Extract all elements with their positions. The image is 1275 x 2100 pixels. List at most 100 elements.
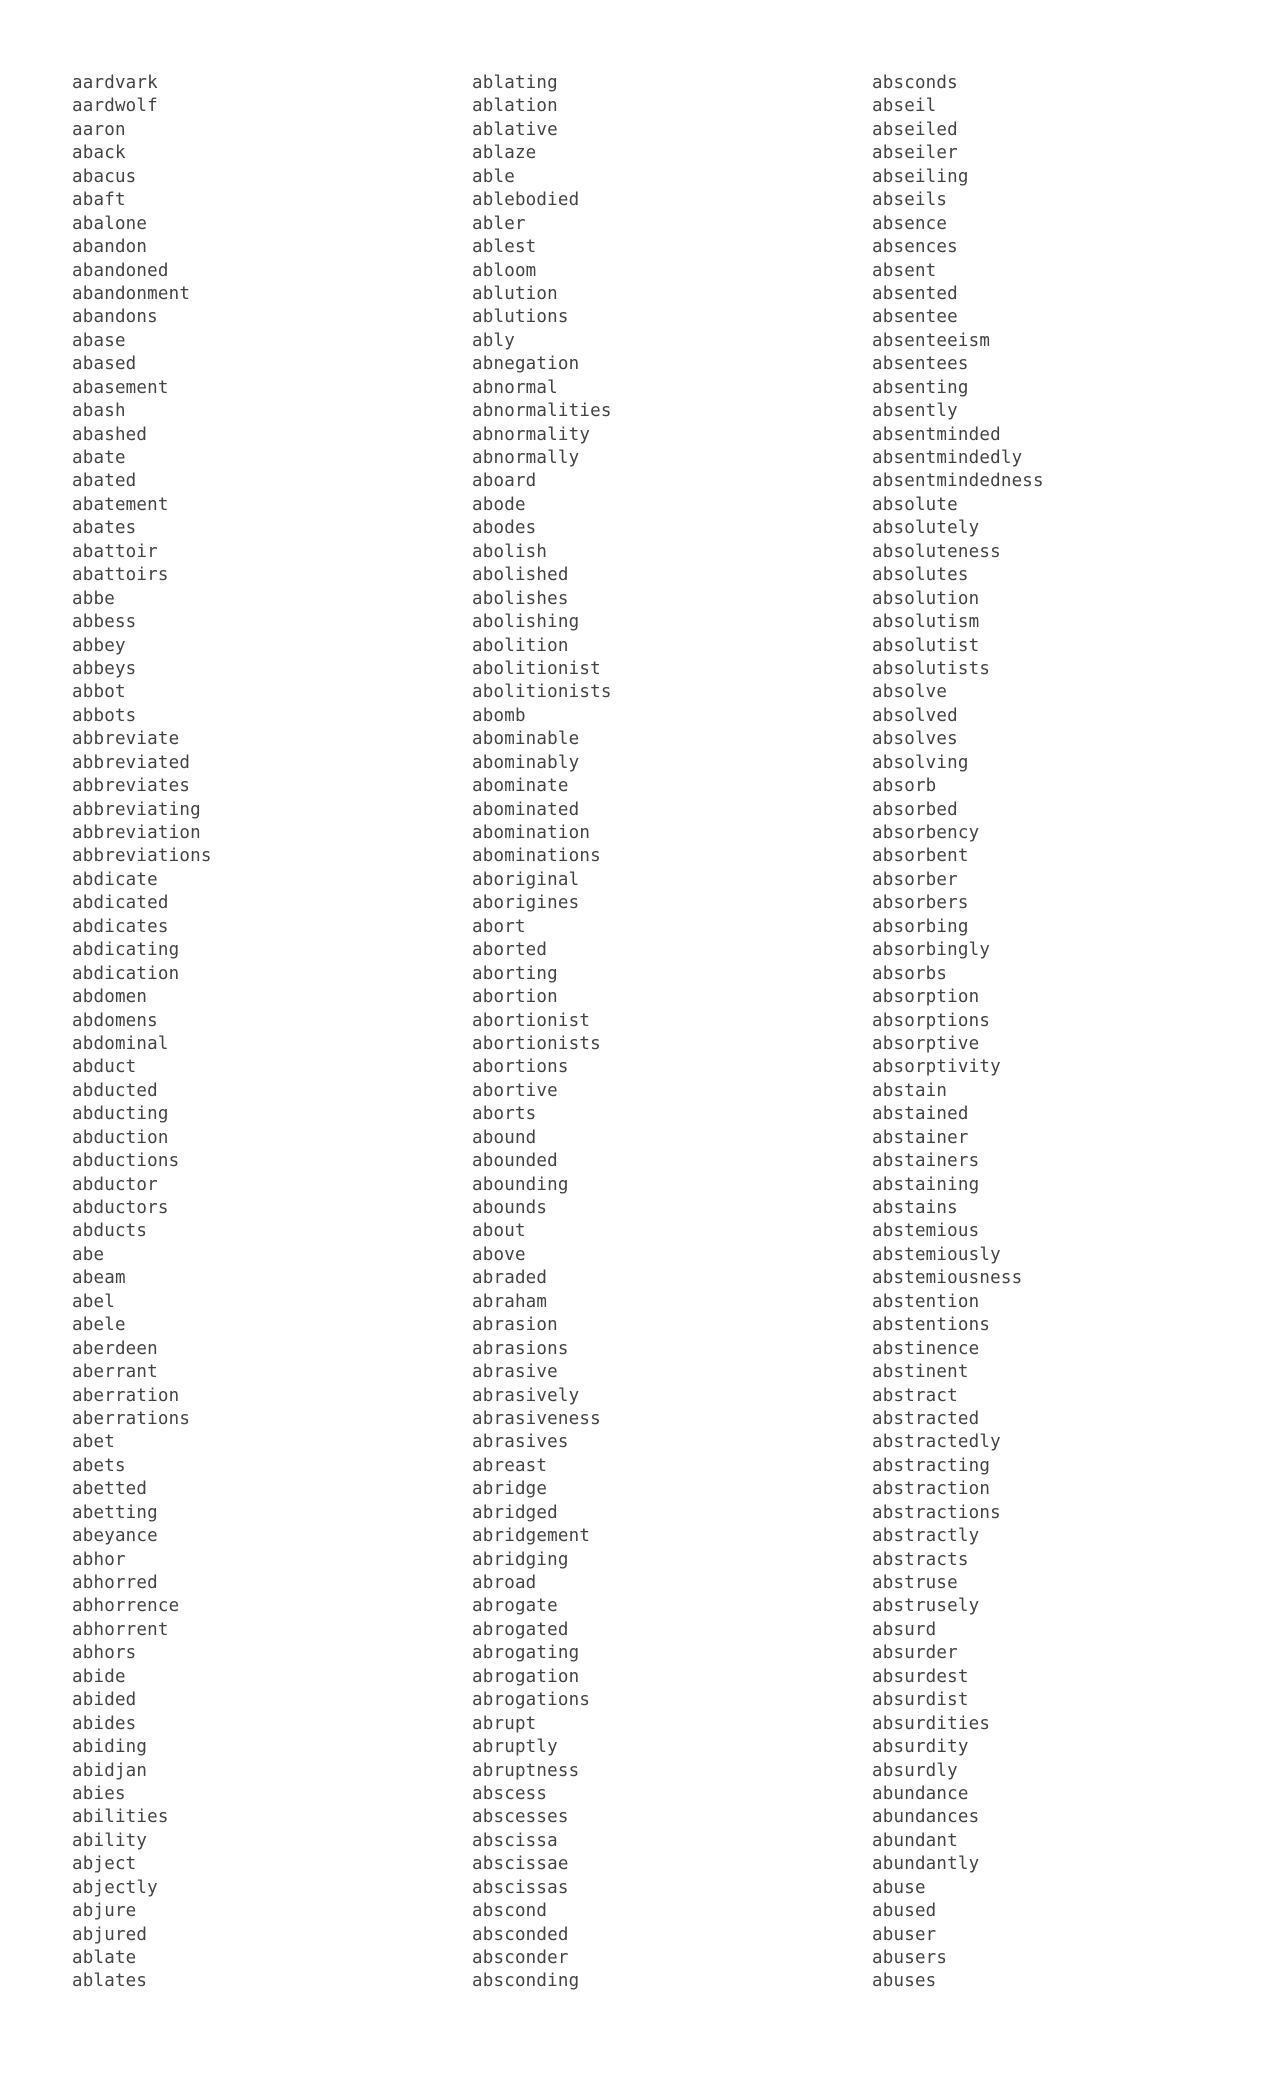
word-item: absolutist — [872, 635, 980, 656]
word-item: abidjan — [72, 1760, 148, 1781]
word-item: absorbed — [872, 799, 958, 820]
word-item: abode — [472, 494, 526, 515]
word-item: abdicates — [72, 916, 169, 937]
word-item: abstainer — [872, 1127, 969, 1148]
word-item: absurd — [872, 1619, 937, 1640]
word-item: absurdly — [872, 1760, 958, 1781]
word-item: abhors — [72, 1643, 137, 1664]
word-item: abaft — [72, 190, 126, 211]
word-item: abduction — [72, 1127, 169, 1148]
word-item: abandon — [72, 237, 148, 258]
word-item: aback — [72, 143, 126, 164]
word-item: abandoned — [72, 260, 169, 281]
word-item: abounded — [472, 1151, 558, 1172]
word-item: ablation — [472, 96, 558, 117]
word-item: absolutely — [872, 518, 980, 539]
word-item: abides — [72, 1713, 137, 1734]
word-item: abrasively — [472, 1385, 580, 1406]
word-item: abounding — [472, 1174, 569, 1195]
word-item: abandons — [72, 307, 158, 328]
word-item: abeam — [72, 1268, 126, 1289]
word-item: abrasive — [472, 1362, 558, 1383]
word-item: abstractedly — [872, 1432, 1001, 1453]
word-item: ablative — [472, 119, 558, 140]
word-columns-container: aardvark aardwolf aaron aback abacus abaft aba… — [72, 72, 1275, 1994]
word-item: absolution — [872, 588, 980, 609]
word-item: abortions — [472, 1057, 569, 1078]
word-item: abducted — [72, 1080, 158, 1101]
word-item: abominable — [472, 729, 580, 750]
word-item: abstractions — [872, 1502, 1001, 1523]
word-item: abdicate — [72, 869, 158, 890]
word-item: absoluteness — [872, 541, 1001, 562]
word-list-page: aardvark aardwolf aaron aback abacus abaft aba… — [0, 0, 1275, 2100]
word-item: absolves — [872, 729, 958, 750]
word-item: absorbency — [872, 823, 980, 843]
word-item: abated — [72, 471, 137, 492]
word-item: absorptions — [872, 1010, 991, 1031]
word-item: aborting — [472, 963, 558, 984]
word-item: absent — [872, 260, 937, 281]
word-item: abets — [72, 1455, 126, 1476]
word-item: abscissae — [472, 1854, 569, 1875]
word-item: abatement — [72, 494, 169, 515]
word-item: abundant — [872, 1830, 958, 1851]
word-item: ablution — [472, 283, 558, 304]
word-item: absurdest — [872, 1666, 969, 1687]
word-item: absentmindedly — [872, 448, 1023, 468]
word-item: absences — [872, 237, 958, 258]
word-item: absolve — [872, 682, 948, 703]
word-item: abundance — [872, 1783, 969, 1804]
word-item: abound — [472, 1127, 537, 1148]
word-item: abnormally — [472, 448, 580, 468]
word-item: abrasives — [472, 1432, 569, 1453]
word-item: aaron — [72, 119, 126, 140]
word-item: abseil — [872, 96, 937, 117]
word-item: abducts — [72, 1221, 148, 1242]
word-column-1: aardvark aardwolf aaron aback abacus abaft aba… — [72, 72, 472, 1994]
word-item: abusers — [872, 1948, 948, 1968]
word-item: abridge — [472, 1479, 548, 1500]
word-item: abductor — [72, 1174, 158, 1195]
word-item: abloom — [472, 260, 537, 281]
word-item: abroad — [472, 1573, 537, 1593]
word-item: abhor — [72, 1549, 126, 1570]
word-column-3: absconds abseil abseiled abseiler abseiling a… — [872, 72, 1272, 1994]
word-item: abolition — [472, 635, 569, 656]
word-item: abbess — [72, 612, 137, 633]
word-item: absentees — [872, 354, 969, 375]
word-item: abseiling — [872, 166, 969, 187]
word-item: abstains — [872, 1198, 958, 1218]
word-item: absorptive — [872, 1033, 980, 1054]
word-item: abstemiousness — [872, 1268, 1023, 1289]
word-item: ably — [472, 330, 515, 351]
word-item: abseiled — [872, 119, 958, 140]
word-item: abhorred — [72, 1573, 158, 1593]
word-item: abscissa — [472, 1830, 558, 1851]
word-item: abomb — [472, 705, 526, 726]
word-item: abortion — [472, 987, 558, 1008]
word-item: abase — [72, 330, 126, 351]
word-item: abolitionists — [472, 682, 612, 703]
word-item: ability — [72, 1830, 148, 1851]
word-item: absolutists — [872, 658, 991, 679]
word-item: abrogating — [472, 1643, 580, 1664]
word-item: abasement — [72, 377, 169, 398]
word-item: abash — [72, 401, 126, 422]
word-item: abbeys — [72, 658, 137, 679]
word-item: abolitionist — [472, 658, 601, 679]
word-item: abbreviates — [72, 776, 191, 797]
word-item: absorber — [872, 869, 958, 890]
word-item: able — [472, 166, 515, 187]
word-item: absorptivity — [872, 1057, 1001, 1078]
word-item: absolutes — [872, 565, 969, 586]
word-item: ablates — [72, 1971, 148, 1992]
word-item: abstrusely — [872, 1596, 980, 1617]
word-item: abbots — [72, 705, 137, 726]
word-item: aardvark — [72, 73, 158, 93]
word-item: abductors — [72, 1198, 169, 1218]
word-item: absentminded — [872, 424, 1001, 445]
word-item: about — [472, 1221, 526, 1242]
word-item: abrogations — [472, 1690, 591, 1711]
word-item: absorbing — [872, 916, 969, 937]
